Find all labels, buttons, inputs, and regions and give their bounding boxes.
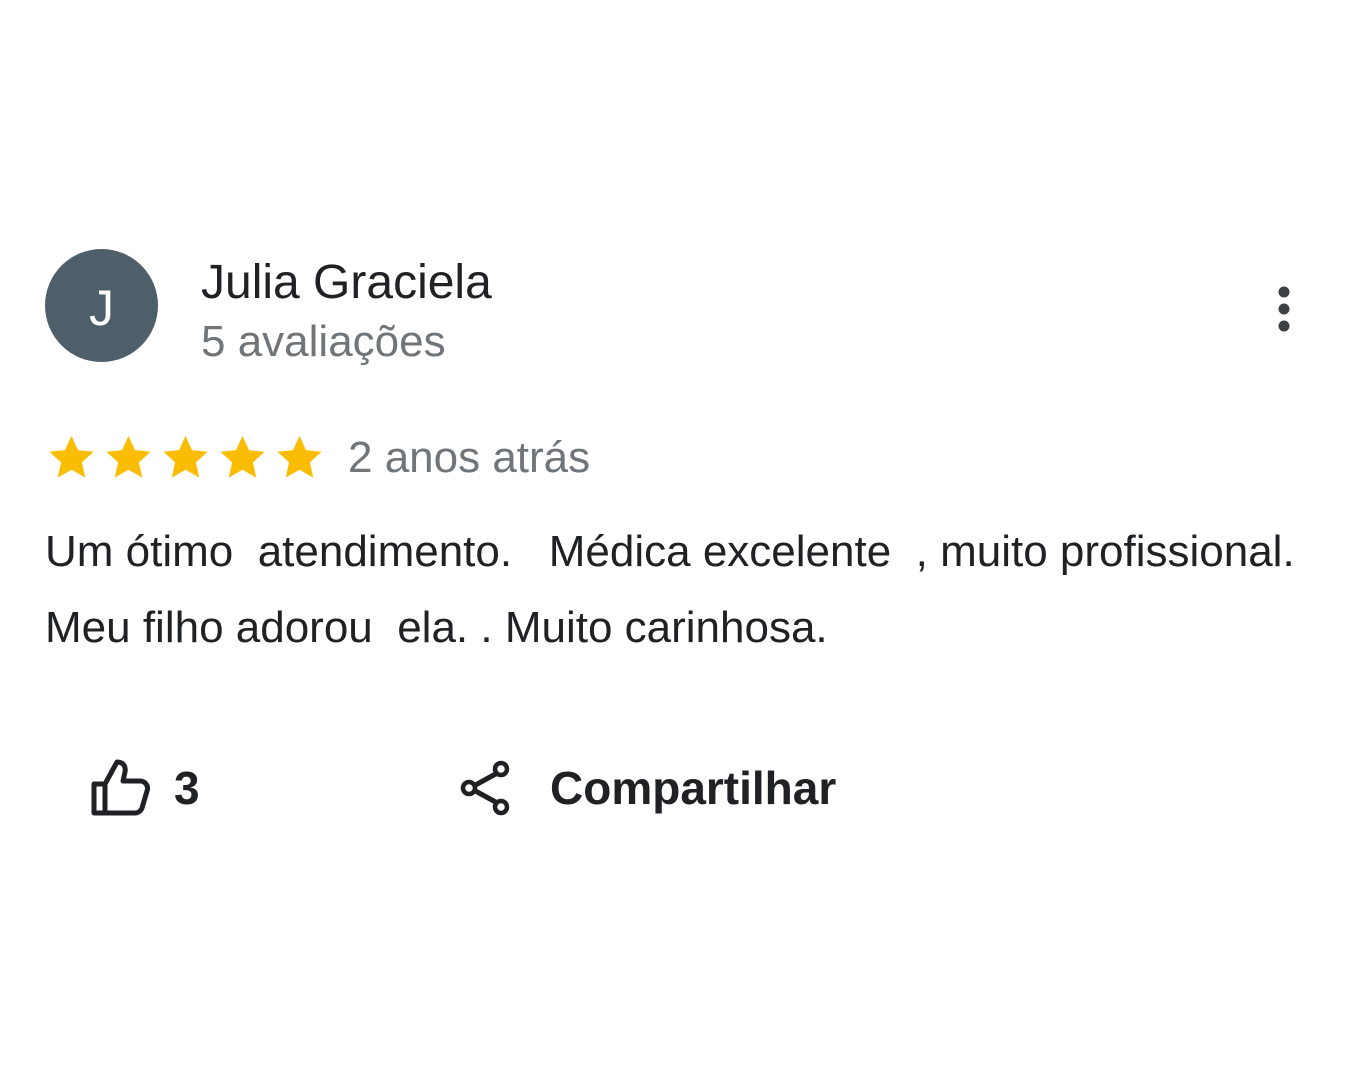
star-icon [277,435,322,478]
share-label: Compartilhar [550,762,837,814]
more-vertical-icon [1278,286,1290,332]
avatar-initial: J [89,279,114,336]
star-icon [49,435,94,478]
thumbs-up-icon [91,759,150,816]
star-rating [45,431,326,484]
more-options-button[interactable] [1256,280,1312,340]
share-icon [460,760,510,816]
like-count: 3 [174,762,200,814]
share-button[interactable]: Compartilhar [456,752,836,824]
author-review-count: 5 avaliações [201,317,446,366]
author-name[interactable]: Julia Graciela [201,255,492,311]
star-icon [220,435,265,478]
review-card: J Julia Graciela 5 avaliações 2 anos atr… [0,0,1350,1080]
review-text: Um ótimo atendimento. Médica excelente ,… [45,527,1320,652]
avatar[interactable]: J [45,249,158,362]
star-icon [106,435,151,478]
star-icon [163,435,208,478]
like-button[interactable]: 3 [84,752,200,824]
review-date: 2 anos atrás [348,433,591,482]
